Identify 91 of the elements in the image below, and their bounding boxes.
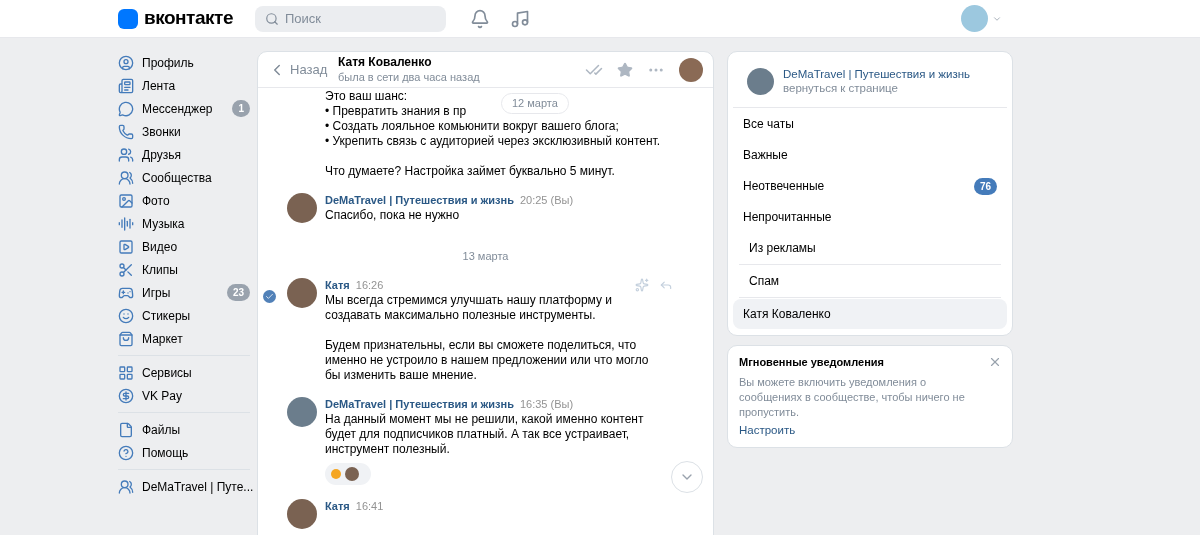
sidebar-item[interactable]: Профиль	[118, 51, 250, 74]
author-name[interactable]: DeMaTravel | Путешествия и жизнь	[325, 193, 514, 208]
audio-icon	[118, 215, 134, 232]
sidebar-item[interactable]: Сообщества	[118, 166, 250, 189]
folder-item[interactable]: Все чаты	[733, 109, 1007, 139]
sidebar-item[interactable]: Клипы	[118, 258, 250, 281]
date-separator: 13 марта	[462, 249, 509, 264]
message-text: Мы всегда стремимся улучшать нашу платформу и создавать максимально полезные инструменты.	[325, 293, 613, 323]
folder-item[interactable]: Важные	[733, 140, 1007, 170]
folder-item[interactable]: Из рекламы	[733, 233, 1007, 263]
avatar	[345, 467, 359, 481]
search-field[interactable]: Поиск	[255, 5, 446, 32]
sidebar-item[interactable]: Файлы	[118, 418, 250, 441]
sidebar-item[interactable]: Фото	[118, 189, 250, 212]
bag-icon	[118, 330, 134, 347]
message-text: Спасибо, пока не нужно	[325, 208, 461, 223]
message-time: 16:35 (Вы)	[519, 397, 574, 412]
avatar	[287, 499, 317, 529]
people-icon	[118, 146, 134, 163]
chat-bubble-icon	[118, 100, 134, 117]
avatar	[679, 57, 703, 82]
sparkle-icon[interactable]	[635, 278, 649, 292]
logo[interactable]: вконтакте	[144, 4, 233, 33]
sidebar-item[interactable]: Звонки	[118, 120, 250, 143]
count-badge: 76	[973, 177, 997, 195]
sidebar-item[interactable]: Игры 23	[118, 281, 250, 304]
message-text: • Укрепить связь с аудиторией через эксклюзивный контент.	[325, 134, 661, 149]
card-title: Мгновенные уведомления	[739, 355, 885, 370]
bell-icon[interactable]	[470, 8, 490, 29]
reply-icon[interactable]	[659, 278, 673, 292]
message-text: Что думаете? Настройка займет буквально 5 минут.	[325, 164, 615, 179]
avatar	[287, 397, 317, 427]
count-badge: 1	[232, 100, 250, 117]
search-icon	[265, 11, 279, 26]
author-name[interactable]: Катя	[325, 278, 350, 293]
smile-icon	[118, 307, 134, 324]
music-note-icon[interactable]	[510, 8, 530, 29]
scroll-down-button[interactable]	[671, 461, 703, 493]
folder-item[interactable]: Непрочитанные	[733, 202, 1007, 232]
sidebar-item[interactable]: Сервисы	[118, 361, 250, 384]
close-icon[interactable]	[988, 355, 1002, 369]
sidebar-item[interactable]: Стикеры	[118, 304, 250, 327]
play-icon	[118, 238, 134, 255]
message-text: Будем признательны, если вы сможете поделиться, что именно не устроило в нашем предложении или что могло бы изменить ваше мнение.	[325, 338, 650, 383]
grid-icon	[118, 364, 134, 381]
date-pill: 12 марта	[501, 93, 569, 114]
avatar[interactable]	[961, 5, 988, 32]
message-time: 16:41	[355, 499, 384, 514]
sidebar-item[interactable]: VK Pay	[118, 384, 250, 407]
author-name[interactable]: DeMaTravel | Путешествия и жизнь	[325, 397, 514, 412]
group-icon	[118, 478, 134, 495]
message-text: • Превратить знания в пр	[325, 104, 467, 119]
folder-item[interactable]: Неотвеченные 76	[733, 171, 1007, 201]
return-link[interactable]: вернуться к странице	[783, 81, 971, 95]
avatar	[287, 193, 317, 223]
coin-icon	[118, 387, 134, 404]
avatar	[287, 278, 317, 308]
message-time: 16:26	[355, 278, 384, 293]
message-text: На данный момент мы не решили, какой именно контент будет для подписчиков платный. А так все устраивает, инструмент полезный.	[325, 412, 645, 457]
help-icon	[118, 444, 134, 461]
file-icon	[118, 421, 134, 438]
reaction-chip[interactable]	[325, 463, 371, 485]
feed-icon	[118, 77, 134, 94]
sidebar-item[interactable]: Друзья	[118, 143, 250, 166]
count-badge: 23	[226, 284, 250, 301]
contact-name: Катя Коваленко	[338, 54, 433, 70]
star-icon[interactable]	[617, 61, 633, 78]
message-text: • Создать лояльное комьюнити вокруг вашего блога;	[325, 119, 619, 134]
logo-icon	[118, 8, 138, 29]
folder-item[interactable]: Спам	[733, 266, 1007, 296]
message-time: 20:25 (Вы)	[519, 193, 574, 208]
sidebar-item[interactable]: Маркет	[118, 327, 250, 350]
author-name[interactable]: Катя	[325, 499, 350, 514]
selected-check-icon[interactable]	[263, 290, 276, 303]
message-text: Это ваш шанс:	[325, 89, 408, 104]
group-icon	[118, 169, 134, 186]
community-name[interactable]: DeMaTravel | Путешествия и жизнь	[783, 67, 971, 81]
phone-icon	[118, 123, 134, 140]
back-button[interactable]: Назад	[268, 59, 338, 80]
sidebar-item[interactable]: Помощь	[118, 441, 250, 464]
sidebar-item[interactable]: Музыка	[118, 212, 250, 235]
sidebar-item[interactable]: Лента	[118, 74, 250, 97]
sidebar-item[interactable]: Мессенджер 1	[118, 97, 250, 120]
avatar	[747, 67, 774, 95]
card-text: Вы можете включить уведомления о сообщениях в сообществе, чтобы ничего не пропустить.	[739, 374, 966, 420]
profile-icon	[118, 54, 134, 71]
sidebar-item[interactable]: Видео	[118, 235, 250, 258]
online-status: была в сети два часа назад	[338, 69, 480, 85]
setup-link[interactable]: Настроить	[739, 423, 796, 436]
folder-item[interactable]: Катя Коваленко	[733, 299, 1007, 329]
image-icon	[118, 192, 134, 209]
